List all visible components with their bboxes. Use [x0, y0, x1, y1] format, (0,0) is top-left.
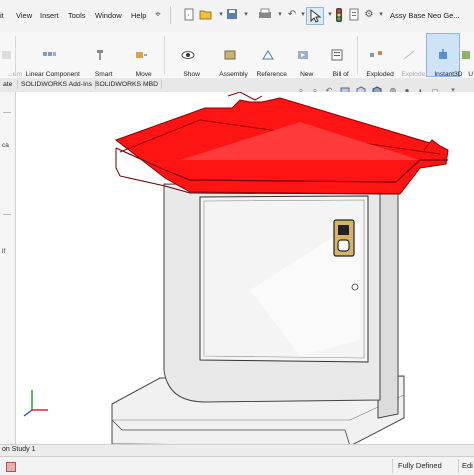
status-defined-text: Fully Defined — [398, 461, 442, 470]
bom-icon — [331, 49, 343, 61]
status-separator — [392, 459, 393, 473]
open-icon[interactable] — [199, 8, 213, 22]
document-title: Assy Base Neo Ge... — [390, 11, 460, 20]
side-wall[interactable] — [377, 184, 399, 419]
update-icon — [462, 51, 470, 59]
menu-view[interactable]: View — [16, 11, 32, 20]
triad-z-axis — [23, 409, 33, 417]
tab-evaluate[interactable]: ate — [0, 80, 15, 89]
command-manager-ribbon: ...ern ...row Linear Component Pattern S… — [0, 32, 474, 93]
menu-separator — [170, 6, 171, 24]
fastener-icon — [97, 50, 103, 60]
status-indicator-icon — [6, 462, 16, 472]
reference-geometry-icon — [262, 50, 274, 60]
menu-insert[interactable]: Insert — [40, 11, 59, 20]
dropdown-icon[interactable]: ▾ — [239, 8, 253, 22]
ribbon-separator — [15, 36, 16, 74]
menu-tools[interactable]: Tools — [68, 11, 86, 20]
lock-slot — [338, 225, 349, 235]
instant3d-button[interactable]: Instant3D — [426, 33, 463, 78]
file-properties-icon[interactable] — [347, 8, 361, 22]
new-document-icon[interactable]: · — [182, 8, 196, 22]
feature-manager-panel[interactable]: ca lf — [0, 92, 16, 444]
menu-window[interactable]: Window — [95, 11, 122, 20]
status-editing-text: Edi — [462, 461, 473, 470]
svg-text:·: · — [187, 11, 190, 20]
traffic-light-icon[interactable] — [332, 8, 346, 22]
dropdown-icon[interactable]: ▾ — [374, 8, 388, 22]
tab-solidworks-add-ins[interactable]: SOLIDWORKS Add-Ins — [17, 80, 97, 89]
explode-line-icon — [403, 50, 415, 60]
motion-study-icon — [298, 51, 308, 59]
show-hidden-icon — [181, 51, 195, 59]
panel-fragment-text: ca — [2, 142, 9, 149]
select-button[interactable] — [306, 7, 324, 25]
tray-notch — [227, 92, 263, 101]
status-bar: Fully Defined Edi — [0, 456, 474, 475]
move-icon — [136, 52, 147, 58]
tree-line — [3, 214, 11, 215]
pin-icon[interactable]: ⌖ — [151, 8, 165, 22]
panel-fragment-text: lf — [2, 248, 6, 255]
menu-edit[interactable]: it — [0, 11, 4, 20]
menu-bar: it View Insert Tools Window Help ⌖ · ▾ ▾… — [0, 0, 474, 33]
status-separator — [458, 459, 459, 473]
exploded-view-icon — [370, 51, 382, 57]
tree-line — [3, 112, 11, 113]
ribbon-separator — [357, 36, 358, 74]
print-icon[interactable] — [258, 8, 272, 22]
ribbon-separator — [164, 36, 165, 74]
save-icon[interactable] — [225, 8, 239, 22]
tab-motion-study-1[interactable]: on Study 1 — [2, 446, 35, 453]
lock-cylinder — [337, 239, 350, 252]
door-knob[interactable] — [351, 283, 359, 291]
ribbon-label: Instant3D — [434, 70, 463, 78]
graphics-area[interactable] — [16, 92, 474, 444]
assembly-features-icon — [224, 50, 236, 60]
tab-solidworks-mbd[interactable]: SOLIDWORKS MBD — [92, 80, 163, 89]
pattern-icon — [43, 52, 56, 56]
menu-help[interactable]: Help — [131, 11, 146, 20]
instant3d-icon — [439, 49, 447, 59]
model-view[interactable] — [16, 92, 474, 444]
